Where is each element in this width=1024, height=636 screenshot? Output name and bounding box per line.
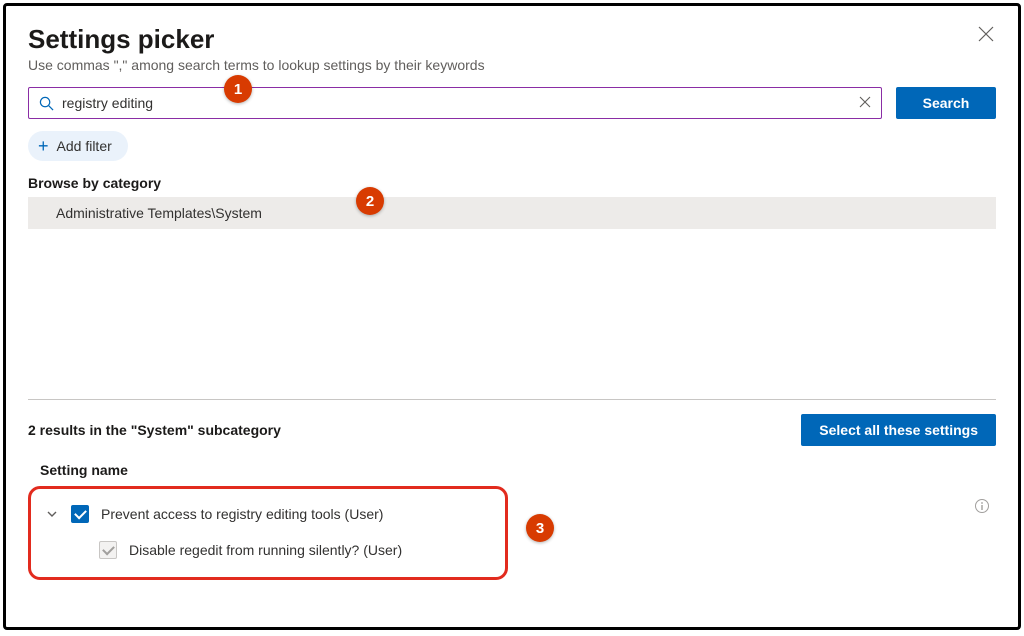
setting-checkbox[interactable] bbox=[71, 505, 89, 523]
add-filter-button[interactable]: + Add filter bbox=[28, 131, 128, 161]
search-button[interactable]: Search bbox=[896, 87, 996, 119]
results-summary: 2 results in the "System" subcategory bbox=[28, 422, 281, 438]
chevron-down-icon[interactable] bbox=[45, 508, 59, 520]
setting-row[interactable]: Prevent access to registry editing tools… bbox=[41, 499, 495, 529]
plus-icon: + bbox=[38, 137, 49, 155]
page-title: Settings picker bbox=[28, 24, 485, 55]
annotation-badge-1: 1 bbox=[224, 75, 252, 103]
setting-label: Disable regedit from running silently? (… bbox=[129, 542, 402, 558]
category-row[interactable]: Administrative Templates\System bbox=[28, 197, 996, 229]
annotation-badge-2: 2 bbox=[356, 187, 384, 215]
add-filter-label: Add filter bbox=[57, 138, 112, 154]
select-all-button[interactable]: Select all these settings bbox=[801, 414, 996, 446]
column-header-setting-name: Setting name bbox=[28, 462, 996, 478]
annotation-badge-3: 3 bbox=[526, 514, 554, 542]
setting-row-child[interactable]: Disable regedit from running silently? (… bbox=[41, 535, 495, 565]
search-input[interactable] bbox=[54, 95, 859, 111]
close-icon[interactable] bbox=[976, 24, 996, 48]
clear-search-icon[interactable] bbox=[859, 95, 871, 111]
browse-by-category-label: Browse by category bbox=[28, 175, 996, 191]
page-subtitle: Use commas "," among search terms to loo… bbox=[28, 57, 485, 73]
info-icon[interactable] bbox=[974, 498, 990, 519]
setting-label: Prevent access to registry editing tools… bbox=[101, 506, 383, 522]
search-icon bbox=[39, 96, 54, 111]
divider bbox=[28, 399, 996, 400]
setting-group-highlight: Prevent access to registry editing tools… bbox=[28, 486, 508, 580]
setting-checkbox-disabled bbox=[99, 541, 117, 559]
search-box[interactable] bbox=[28, 87, 882, 119]
